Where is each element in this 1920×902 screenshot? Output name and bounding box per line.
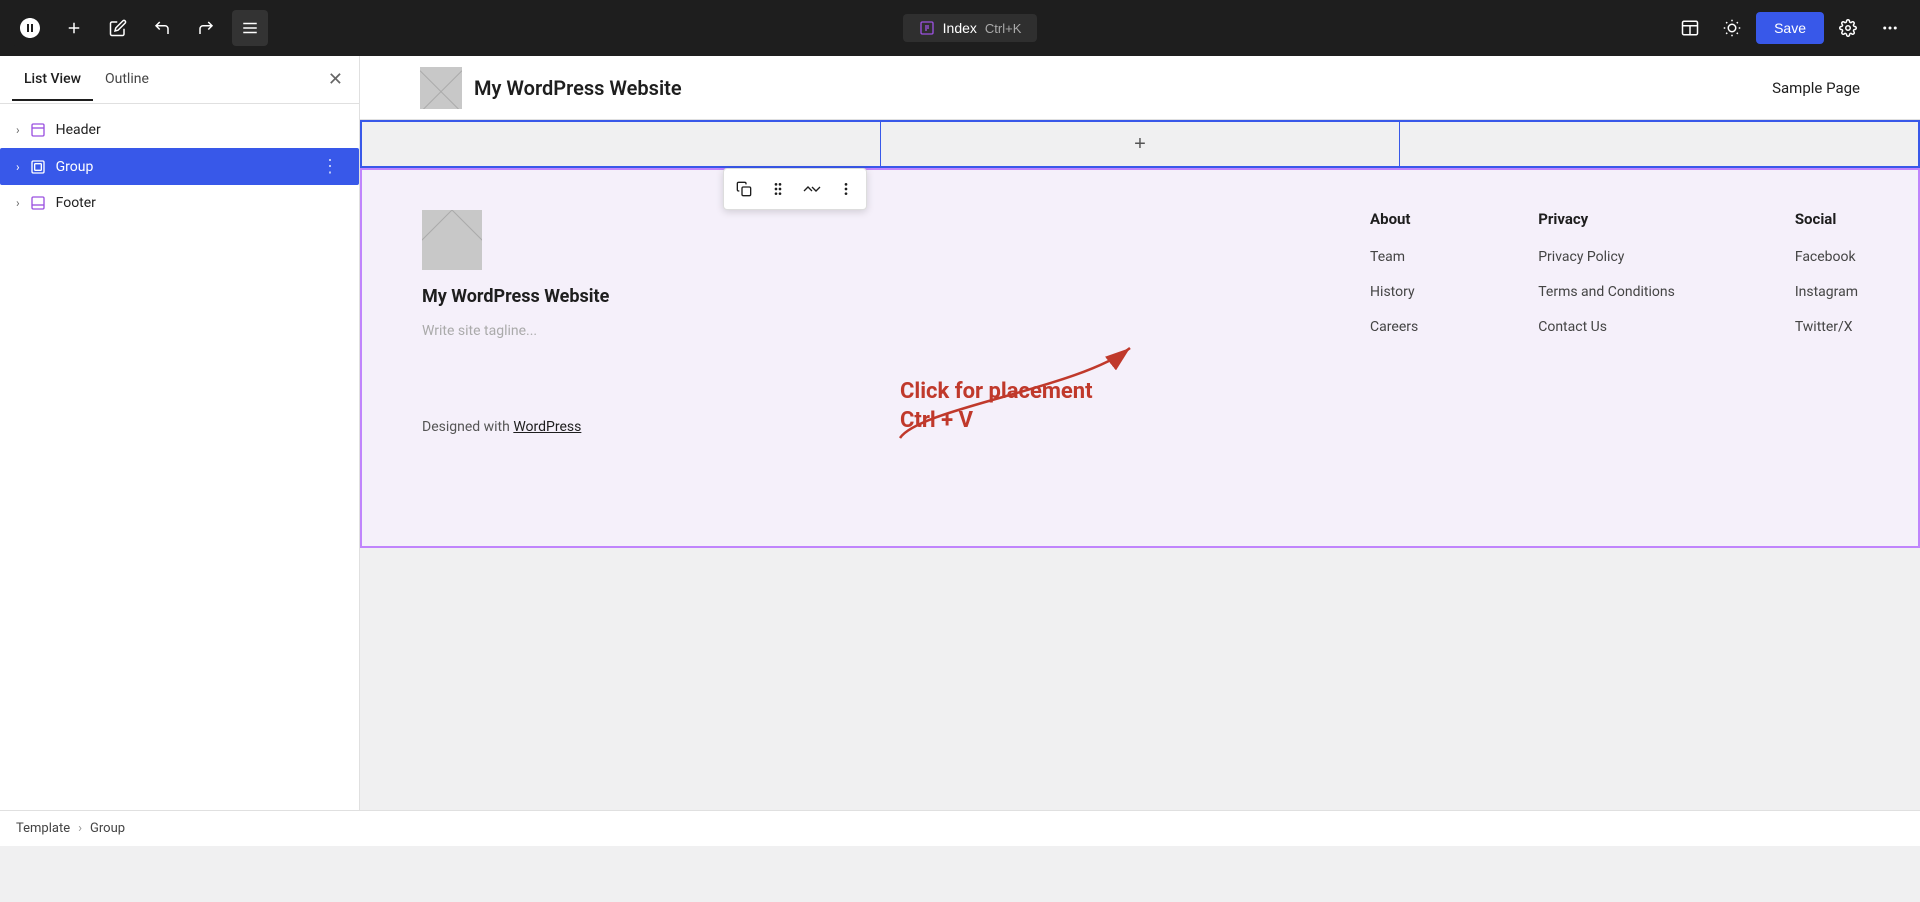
float-more-button[interactable] [830,173,862,205]
sidebar-item-header[interactable]: › Header [0,112,359,148]
footer-bottom: Designed with WordPress [422,419,1858,435]
footer-link-terms[interactable]: Terms and Conditions [1538,284,1675,300]
sidebar-close-button[interactable]: ✕ [324,65,347,94]
group-icon [28,157,48,177]
toolbar-right: Save [1672,10,1908,46]
canvas-nav-link[interactable]: Sample Page [1772,79,1860,97]
floating-toolbar [723,168,867,210]
footer-nav-col-about: About Team History Careers [1370,210,1418,335]
footer-wordpress-link[interactable]: WordPress [513,419,581,435]
list-item: Terms and Conditions [1538,281,1675,300]
more-options-button[interactable] [1872,10,1908,46]
main-layout: List View Outline ✕ › Header › Group ⋮ [0,56,1920,846]
header-logo-placeholder [420,67,462,109]
sidebar: List View Outline ✕ › Header › Group ⋮ [0,56,360,846]
sidebar-item-group-label: Group [56,159,309,175]
add-block-button[interactable] [56,10,92,46]
settings-button[interactable] [1830,10,1866,46]
canvas-site-title: My WordPress Website [474,76,682,100]
add-block-col-3 [1400,122,1918,166]
tab-outline[interactable]: Outline [93,59,161,101]
save-button[interactable]: Save [1756,12,1824,44]
top-toolbar: Index Ctrl+K Save [0,0,1920,56]
footer-block: My WordPress Website Write site tagline.… [360,168,1920,548]
footer-link-history[interactable]: History [1370,284,1415,300]
float-drag-button[interactable] [762,173,794,205]
footer-tagline: Write site tagline... [422,323,642,339]
footer-site-name: My WordPress Website [422,286,642,307]
list-item: History [1370,281,1418,300]
canvas-inner: My WordPress Website Sample Page [360,56,1920,548]
footer-logo-placeholder [422,210,482,270]
redo-button[interactable] [188,10,224,46]
sidebar-item-list: › Header › Group ⋮ › Fo [0,104,359,846]
canvas-area[interactable]: My WordPress Website Sample Page [360,56,1920,846]
footer-icon [28,193,48,213]
sidebar-tabs: List View Outline ✕ [0,56,359,104]
list-item: Instagram [1795,281,1858,300]
wp-logo[interactable] [12,10,48,46]
view-options-button[interactable] [1672,10,1708,46]
status-template-label[interactable]: Template [16,821,70,836]
add-block-row[interactable]: + [360,120,1920,168]
footer-col-social-links: Facebook Instagram Twitter/X [1795,246,1858,335]
toolbar-center: Index Ctrl+K [276,14,1664,42]
undo-button[interactable] [144,10,180,46]
footer-col-social-heading: Social [1795,210,1858,228]
footer-nav-col-privacy: Privacy Privacy Policy Terms and Conditi… [1538,210,1675,335]
footer-link-instagram[interactable]: Instagram [1795,284,1858,300]
float-move-button[interactable] [796,173,828,205]
footer-nav-cols: About Team History Careers Privacy Pri [702,210,1858,335]
list-item: Facebook [1795,246,1858,265]
list-item: Careers [1370,316,1418,335]
list-item: Contact Us [1538,316,1675,335]
footer-link-facebook[interactable]: Facebook [1795,249,1856,265]
tab-list-view[interactable]: List View [12,59,93,101]
footer-link-team[interactable]: Team [1370,249,1405,265]
index-label: Index [943,20,977,36]
add-block-col-2[interactable]: + [881,122,1400,166]
chevron-icon: › [16,160,20,174]
add-block-col-1 [362,122,881,166]
footer-col-privacy-links: Privacy Policy Terms and Conditions Cont… [1538,246,1675,335]
footer-top: My WordPress Website Write site tagline.… [422,210,1858,339]
sidebar-item-footer[interactable]: › Footer [0,185,359,221]
theme-toggle-button[interactable] [1714,10,1750,46]
add-block-button-center[interactable]: + [1126,130,1154,158]
footer-col-privacy-heading: Privacy [1538,210,1675,228]
breadcrumb-separator: › [78,821,82,836]
footer-designed-with: Designed with [422,419,513,435]
document-overview-button[interactable] [232,10,268,46]
footer-link-careers[interactable]: Careers [1370,319,1418,335]
footer-col-about-links: Team History Careers [1370,246,1418,335]
list-item: Team [1370,246,1418,265]
sidebar-item-header-label: Header [56,122,343,138]
status-bar: Template › Group [0,810,1920,846]
sidebar-item-footer-label: Footer [56,195,343,211]
footer-link-privacy-policy[interactable]: Privacy Policy [1538,249,1624,265]
list-item: Privacy Policy [1538,246,1675,265]
header-icon [28,120,48,140]
chevron-icon: › [16,123,20,137]
group-more-button[interactable]: ⋮ [317,156,343,177]
chevron-icon: › [16,196,20,210]
canvas-header: My WordPress Website Sample Page [360,56,1920,120]
footer-nav-col-social: Social Facebook Instagram Twitter/X [1795,210,1858,335]
index-shortcut: Ctrl+K [985,21,1021,36]
index-button[interactable]: Index Ctrl+K [903,14,1038,42]
footer-link-contact[interactable]: Contact Us [1538,319,1607,335]
footer-left: My WordPress Website Write site tagline.… [422,210,642,339]
sidebar-item-group[interactable]: › Group ⋮ [0,148,359,185]
list-item: Twitter/X [1795,316,1858,335]
footer-link-twitter[interactable]: Twitter/X [1795,319,1853,335]
status-current-label[interactable]: Group [90,821,125,836]
footer-col-about-heading: About [1370,210,1418,228]
float-duplicate-button[interactable] [728,173,760,205]
edit-button[interactable] [100,10,136,46]
